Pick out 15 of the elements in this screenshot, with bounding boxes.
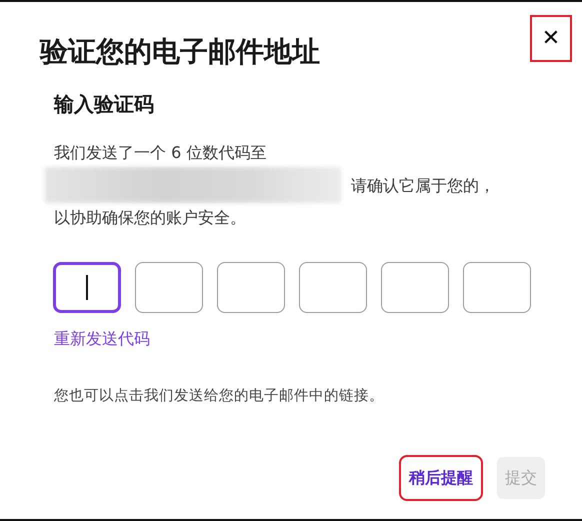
remind-later-button[interactable]: 稍后提醒 (401, 457, 481, 499)
code-input[interactable] (217, 262, 285, 313)
close-button[interactable]: ✕ (532, 17, 570, 60)
message-text: 我们发送了一个 6 位数代码至 (54, 142, 268, 164)
dialog-title: 验证您的电子邮件地址 (40, 34, 320, 70)
hint-text: 您也可以点击我们发送给您的电子邮件中的链接。 (54, 387, 385, 405)
code-input[interactable] (381, 262, 449, 313)
code-input[interactable] (463, 262, 531, 313)
code-input[interactable] (299, 262, 367, 313)
section-title: 输入验证码 (54, 91, 155, 118)
code-input[interactable] (53, 262, 121, 313)
code-input[interactable] (135, 262, 203, 313)
message-text: 请确认它属于您的， (351, 174, 495, 196)
resend-code-link[interactable]: 重新发送代码 (54, 329, 150, 350)
message-text: 以协助确保您的账户安全。 (54, 207, 247, 229)
